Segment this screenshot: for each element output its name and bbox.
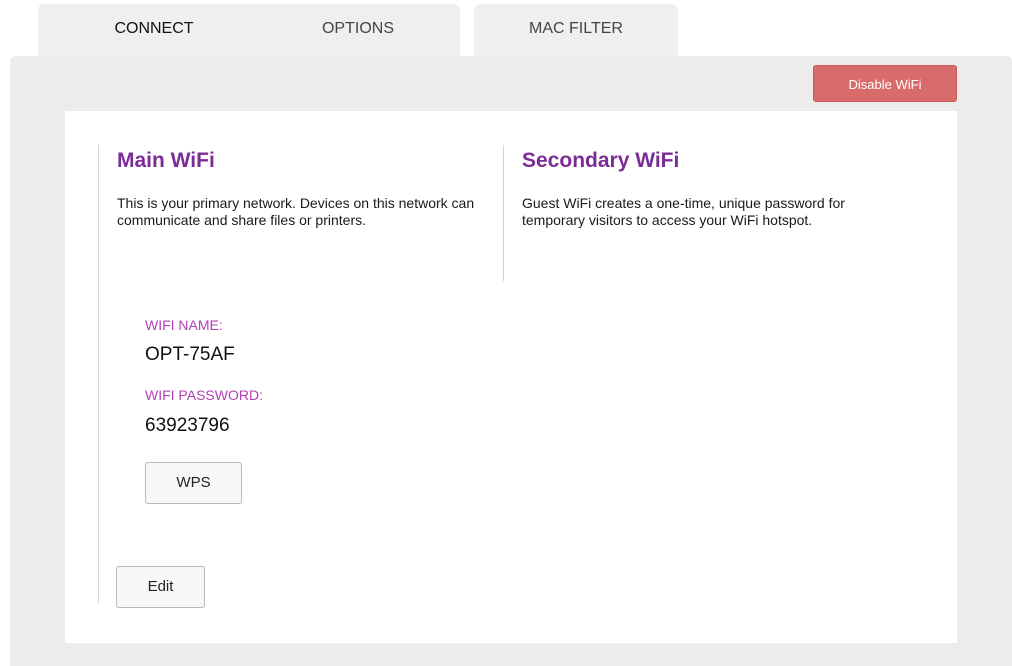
wifi-card: Main WiFi This is your primary network. …	[65, 111, 957, 643]
wifi-name-value: OPT-75AF	[145, 344, 235, 365]
disable-wifi-button[interactable]: Disable WiFi	[813, 65, 957, 102]
edit-button[interactable]: Edit	[116, 566, 205, 608]
connect-panel: Disable WiFi Main WiFi This is your prim…	[10, 56, 1012, 666]
wifi-password-label: WIFI PASSWORD:	[145, 387, 263, 403]
tab-mac-filter[interactable]: MAC FILTER	[474, 4, 678, 57]
main-wifi-description: This is your primary network. Devices on…	[117, 195, 475, 228]
tab-connect[interactable]: CONNECT	[38, 4, 270, 57]
wps-button[interactable]: WPS	[145, 462, 242, 504]
main-wifi-title: Main WiFi	[117, 149, 215, 172]
tab-options[interactable]: OPTIONS	[256, 4, 460, 57]
secondary-wifi-title: Secondary WiFi	[522, 149, 680, 172]
secondary-wifi-description: Guest WiFi creates a one-time, unique pa…	[522, 195, 845, 228]
wifi-name-label: WIFI NAME:	[145, 317, 223, 333]
tab-bar: CONNECT OPTIONS MAC FILTER	[0, 4, 1012, 57]
wifi-password-value: 63923796	[145, 415, 230, 436]
secondary-wifi-divider	[503, 145, 504, 281]
main-wifi-divider	[98, 145, 99, 603]
